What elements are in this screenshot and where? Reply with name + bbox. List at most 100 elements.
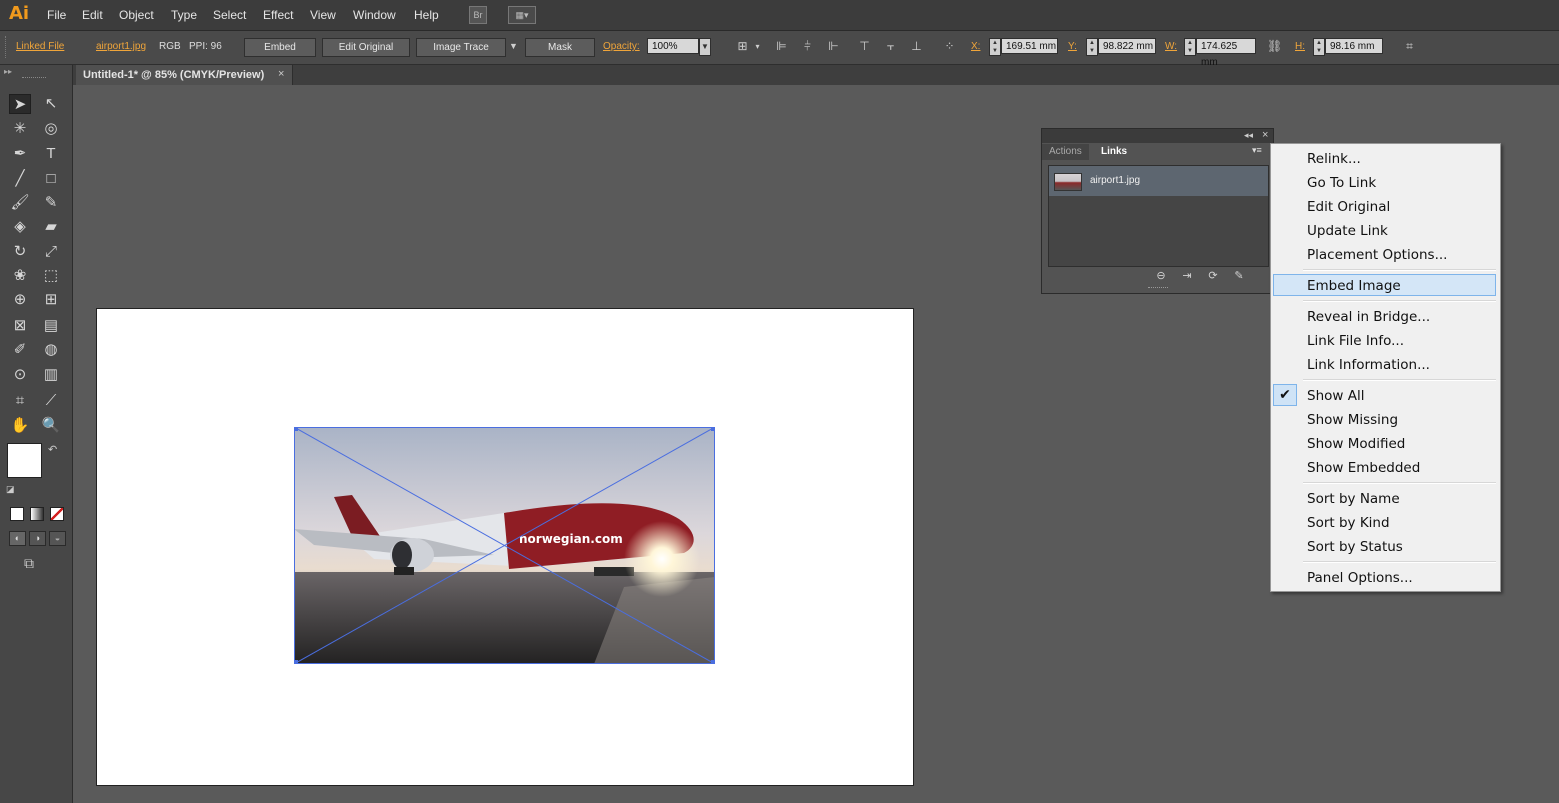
gradient-tool-icon[interactable]: ▤: [40, 316, 62, 336]
menu-item-relink[interactable]: Relink...: [1307, 151, 1361, 167]
align-left-icon[interactable]: ⊫: [775, 40, 788, 53]
screen-mode-icon[interactable]: ⧉: [24, 555, 34, 572]
x-field[interactable]: 169.51 mm: [1001, 38, 1058, 54]
color-mode-icon[interactable]: [10, 507, 24, 521]
document-tab[interactable]: Untitled-1* @ 85% (CMYK/Preview) ×: [76, 65, 293, 85]
menu-item-link-information[interactable]: Link Information...: [1307, 357, 1430, 373]
close-panel-icon[interactable]: ×: [1262, 129, 1268, 141]
draw-behind-icon[interactable]: ◑: [29, 531, 46, 546]
rotate-tool-icon[interactable]: ↻: [9, 242, 31, 262]
rectangle-tool-icon[interactable]: □: [40, 169, 62, 189]
hand-tool-icon[interactable]: ✋: [9, 416, 31, 436]
menu-item-show-missing[interactable]: Show Missing: [1307, 412, 1398, 428]
opacity-dropdown-icon[interactable]: ▼: [699, 38, 711, 56]
mesh-tool-icon[interactable]: ⊠: [9, 316, 31, 336]
menu-item-panel-options[interactable]: Panel Options...: [1307, 570, 1413, 586]
w-label[interactable]: W:: [1165, 41, 1177, 52]
menu-item-embed-image[interactable]: Embed Image: [1307, 278, 1401, 294]
menu-object[interactable]: Object: [119, 8, 154, 22]
x-stepper[interactable]: ▲ ▼: [989, 38, 1001, 56]
menu-item-show-embedded[interactable]: Show Embedded: [1307, 460, 1420, 476]
menu-item-edit-original[interactable]: Edit Original: [1307, 199, 1390, 215]
default-colors-icon[interactable]: ◪: [6, 484, 15, 495]
opacity-label[interactable]: Opacity:: [603, 41, 640, 52]
symbol-sprayer-tool-icon[interactable]: ⊙: [9, 365, 31, 385]
panel-menu-icon[interactable]: ▾≡: [1252, 145, 1262, 156]
x-label[interactable]: X:: [971, 41, 980, 52]
zoom-tool-icon[interactable]: 🔍: [40, 416, 62, 436]
chevron-down-icon[interactable]: ▾: [751, 40, 764, 53]
menu-item-sort-by-status[interactable]: Sort by Status: [1307, 539, 1403, 555]
arrange-documents-icon[interactable]: ▦▾: [508, 6, 536, 24]
menu-edit[interactable]: Edit: [82, 8, 103, 22]
collapse-tools-icon[interactable]: ▸▸: [4, 67, 12, 76]
shape-builder-tool-icon[interactable]: ⊕: [9, 290, 31, 310]
h-field[interactable]: 98.16 mm: [1325, 38, 1383, 54]
menu-item-link-file-info[interactable]: Link File Info...: [1307, 333, 1404, 349]
menu-select[interactable]: Select: [213, 8, 246, 22]
relink-icon[interactable]: ⊖: [1154, 269, 1168, 283]
menu-item-update-link[interactable]: Update Link: [1307, 223, 1388, 239]
none-mode-icon[interactable]: [50, 507, 64, 521]
tab-actions[interactable]: Actions: [1042, 144, 1089, 160]
align-right-icon[interactable]: ⊩: [827, 40, 840, 53]
update-link-icon[interactable]: ⟳: [1206, 269, 1220, 283]
selection-tool-icon[interactable]: ➤: [9, 94, 31, 114]
reference-point-icon[interactable]: ⁘: [943, 40, 956, 53]
collapse-panel-icon[interactable]: ◂◂: [1244, 130, 1253, 141]
menu-effect[interactable]: Effect: [263, 8, 293, 22]
opacity-field[interactable]: 100%: [647, 38, 699, 54]
w-stepper[interactable]: ▲ ▼: [1184, 38, 1196, 56]
lasso-tool-icon[interactable]: ◎: [40, 119, 62, 139]
h-label[interactable]: H:: [1295, 41, 1305, 52]
slice-tool-icon[interactable]: ⟋: [40, 391, 62, 411]
menu-item-placement-options[interactable]: Placement Options...: [1307, 247, 1447, 263]
fill-swatch[interactable]: [7, 443, 42, 478]
magic-wand-tool-icon[interactable]: ✳: [9, 119, 31, 139]
type-tool-icon[interactable]: T: [40, 144, 62, 164]
tab-links[interactable]: Links: [1094, 144, 1135, 160]
align-bottom-icon[interactable]: ⊥: [910, 40, 923, 53]
align-hcenter-icon[interactable]: ⫩: [801, 40, 814, 53]
free-transform-tool-icon[interactable]: ⬚: [40, 266, 62, 286]
mask-button[interactable]: Mask: [525, 38, 595, 57]
blob-brush-tool-icon[interactable]: ◈: [9, 217, 31, 237]
y-label[interactable]: Y:: [1068, 41, 1077, 52]
menu-view[interactable]: View: [310, 8, 336, 22]
pencil-tool-icon[interactable]: ✎: [40, 193, 62, 213]
close-icon[interactable]: ×: [278, 68, 284, 80]
direct-selection-tool-icon[interactable]: ↖: [40, 94, 62, 114]
transform-panel-icon[interactable]: ⌗: [1403, 40, 1416, 53]
transform-reference-icon[interactable]: ⊞: [736, 40, 749, 53]
menu-item-sort-by-kind[interactable]: Sort by Kind: [1307, 515, 1390, 531]
menu-window[interactable]: Window: [353, 8, 396, 22]
perspective-grid-tool-icon[interactable]: ⊞: [40, 290, 62, 310]
bridge-button[interactable]: Br: [469, 6, 487, 24]
go-to-link-icon[interactable]: ⇥: [1180, 269, 1194, 283]
gradient-mode-icon[interactable]: [30, 507, 44, 521]
paintbrush-tool-icon[interactable]: 🖌: [9, 193, 31, 213]
placed-image[interactable]: norwegian.com: [294, 427, 715, 664]
resize-grip-icon[interactable]: [1148, 287, 1168, 291]
menu-item-go-to-link[interactable]: Go To Link: [1307, 175, 1376, 191]
constrain-proportions-icon[interactable]: ⛓: [1267, 40, 1282, 53]
draw-inside-icon[interactable]: ◒: [49, 531, 66, 546]
menu-file[interactable]: File: [47, 8, 66, 22]
artboard-tool-icon[interactable]: ⌗: [9, 391, 31, 411]
align-vcenter-icon[interactable]: ⫟: [884, 40, 897, 53]
eyedropper-tool-icon[interactable]: ✐: [9, 340, 31, 360]
warp-tool-icon[interactable]: ❀: [9, 266, 31, 286]
list-item[interactable]: airport1.jpg: [1049, 166, 1268, 196]
pen-tool-icon[interactable]: ✒: [9, 144, 31, 164]
menu-help[interactable]: Help: [414, 8, 439, 22]
scale-tool-icon[interactable]: ⤢: [40, 242, 62, 262]
file-name-link[interactable]: airport1.jpg: [96, 41, 146, 52]
y-field[interactable]: 98.822 mm: [1098, 38, 1156, 54]
y-stepper[interactable]: ▲ ▼: [1086, 38, 1098, 56]
menu-item-sort-by-name[interactable]: Sort by Name: [1307, 491, 1400, 507]
h-stepper[interactable]: ▲ ▼: [1313, 38, 1325, 56]
blend-tool-icon[interactable]: ◍: [40, 340, 62, 360]
chevron-down-icon[interactable]: ▼: [507, 40, 520, 53]
edit-original-button[interactable]: Edit Original: [322, 38, 410, 57]
swap-fill-stroke-icon[interactable]: ↶: [48, 443, 57, 456]
